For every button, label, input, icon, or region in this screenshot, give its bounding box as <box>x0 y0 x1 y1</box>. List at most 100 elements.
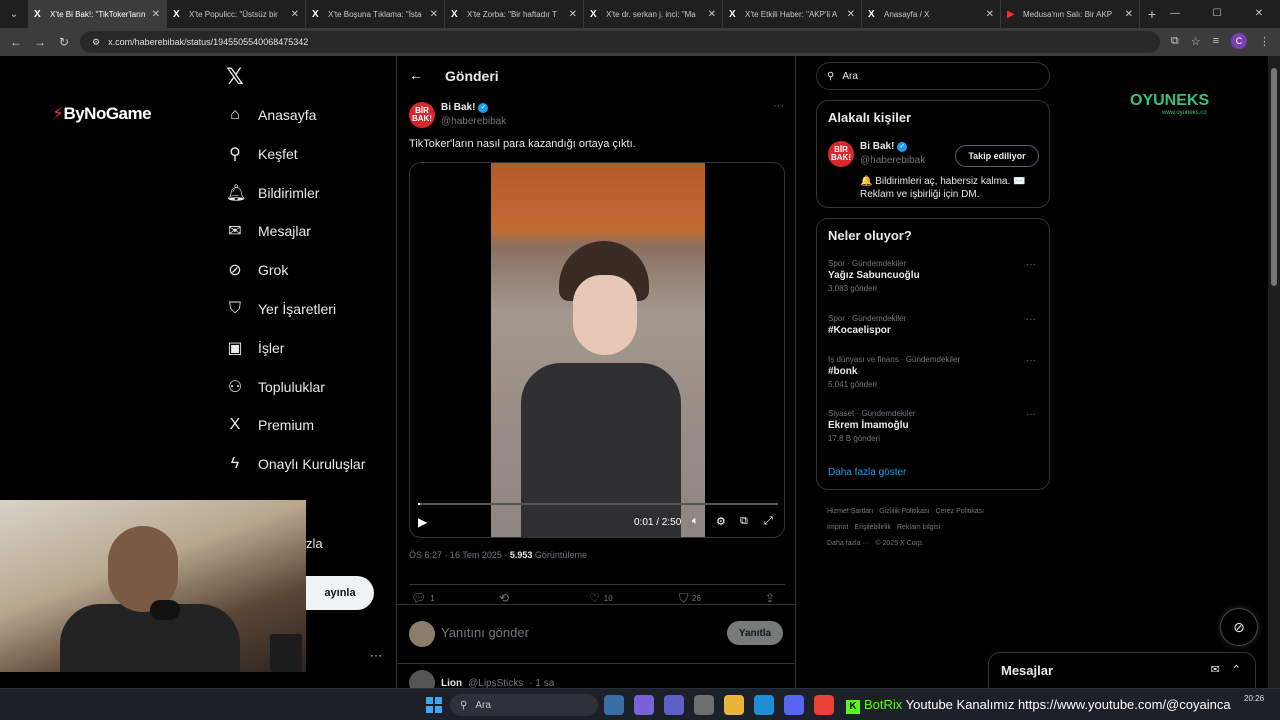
avatar[interactable]: BİR BAK! <box>409 102 435 128</box>
reply-input[interactable]: Yanıtını gönder <box>441 625 529 640</box>
sidebar-item-premium[interactable]: X Premium <box>226 410 314 440</box>
footer-link[interactable]: Daha fazla ··· <box>827 540 869 547</box>
browser-tab[interactable]: X X'te Zorba: "Bir haftadır T ✕ <box>445 0 584 28</box>
cast-icon[interactable]: ⧉ <box>1171 35 1179 48</box>
footer-link[interactable]: Imprint <box>827 524 848 531</box>
account-more-icon[interactable]: ··· <box>370 648 382 662</box>
browser-tab[interactable]: X X'te Boşuna Tıklama: "İsta ✕ <box>306 0 445 28</box>
footer-link[interactable]: Hizmet Şartları <box>827 508 873 515</box>
teams-icon[interactable] <box>664 695 684 715</box>
author-name[interactable]: Bi Bak! <box>441 102 475 113</box>
footer-link[interactable]: Gizlilik Politikası <box>879 508 929 515</box>
chrome-icon[interactable] <box>814 695 834 715</box>
pip-icon[interactable]: ⧉ <box>740 515 748 528</box>
maximize-icon[interactable]: ☐ <box>1196 0 1238 28</box>
edge-icon[interactable] <box>754 695 774 715</box>
store-icon[interactable] <box>694 695 714 715</box>
x-logo-icon[interactable]: 𝕏 <box>226 64 244 90</box>
browser-tab[interactable]: X Anasayfa / X ✕ <box>862 0 1001 28</box>
close-tab-icon[interactable]: ✕ <box>152 9 160 20</box>
sidebar-item-anasayfa[interactable]: ⌂ Anasayfa <box>226 100 316 130</box>
profile-avatar[interactable]: C <box>1231 33 1247 49</box>
close-tab-icon[interactable]: ✕ <box>430 9 438 20</box>
close-tab-icon[interactable]: ✕ <box>986 9 994 20</box>
more-options-icon[interactable]: ··· <box>1026 409 1036 420</box>
browser-tab[interactable]: X X'te Etkili Haber: "AKP'li A ✕ <box>723 0 862 28</box>
show-more-link[interactable]: Daha fazla göster <box>828 467 906 478</box>
minimize-icon[interactable]: — <box>1154 0 1196 28</box>
sidebar-item-i-ler[interactable]: ▣ İşler <box>226 333 284 363</box>
back-arrow-icon[interactable]: ← <box>4 35 28 49</box>
relevant-person[interactable]: BİR BAK! Bi Bak! ✓ @haberebibak <box>828 141 925 167</box>
person-handle[interactable]: @haberebibak <box>860 155 925 166</box>
fullscreen-icon[interactable]: ⤢ <box>764 515 773 528</box>
play-icon[interactable]: ▶ <box>418 515 427 529</box>
author-handle[interactable]: @haberebibak <box>441 116 506 127</box>
taskview-icon[interactable] <box>604 695 624 715</box>
post-timestamp[interactable]: ÖS 6:27 · 16 Tem 2025 · <box>409 550 510 560</box>
url-field[interactable]: ⚙ x.com/haberebibak/status/1945505540068… <box>80 31 1160 53</box>
trend-item[interactable]: İş dünyası ve finans · Gündemdekiler #bon… <box>828 355 1038 389</box>
back-arrow-icon[interactable]: ← <box>409 67 423 83</box>
partial-nav-label[interactable]: zla <box>306 536 323 551</box>
video-player[interactable]: ▶ 0:01 / 2:50 🔈︎ ⚙ ⧉ ⤢ <box>409 162 785 538</box>
browser-menu-icon[interactable]: ⋮ <box>1259 35 1270 48</box>
messages-drawer[interactable]: Mesajlar ✉ ⌃ <box>988 652 1256 688</box>
bookmark-star-icon[interactable]: ☆ <box>1191 35 1201 48</box>
share-button[interactable]: ⇪ <box>765 591 775 605</box>
browser-tab[interactable]: ▶ Medusa'nın Salı: Bir AKP ✕ <box>1001 0 1140 28</box>
sidebar-item-ke-fet[interactable]: ⚲ Keşfet <box>226 139 298 169</box>
video-progress-bar[interactable] <box>418 503 778 505</box>
close-tab-icon[interactable]: ✕ <box>569 9 577 20</box>
forward-arrow-icon[interactable]: → <box>28 35 52 49</box>
avatar[interactable] <box>409 670 435 688</box>
reload-icon[interactable]: ↻ <box>52 35 76 49</box>
post-author[interactable]: BİR BAK! Bi Bak! ✓ @haberebibak <box>409 102 506 128</box>
reply-item[interactable]: Lion @LipsSticks · 1 sa <box>409 670 554 688</box>
grok-floating-button[interactable]: ⊘ <box>1220 608 1258 646</box>
trend-item[interactable]: Spor · Gündemdekiler Yağız Sabuncuoğlu 3.0… <box>828 259 1038 293</box>
close-tab-icon[interactable]: ✕ <box>847 9 855 20</box>
trend-item[interactable]: Siyaset · Gündemdekiler Ekrem İmamoğlu 17,… <box>828 409 1038 443</box>
repost-button[interactable]: ⟲ <box>499 591 513 605</box>
trend-item[interactable]: Spor · Gündemdekiler #Kocaelispor ··· <box>828 314 1038 336</box>
avatar[interactable]: BİR BAK! <box>828 141 854 167</box>
following-button[interactable]: Takip ediliyor <box>955 145 1039 167</box>
sidebar-item-bildirimler[interactable]: 🔔︎ Bildirimler <box>226 178 319 208</box>
copilot-icon[interactable] <box>634 695 654 715</box>
settings-gear-icon[interactable]: ⚙ <box>716 515 726 528</box>
browser-tab[interactable]: X X'te Populicc: "Üstsüz bir ✕ <box>167 0 306 28</box>
footer-link[interactable]: Çerez Politikası <box>935 508 984 515</box>
video-frame[interactable] <box>491 163 705 537</box>
expand-icon[interactable]: ⌃ <box>1232 663 1241 676</box>
post-button[interactable]: ayınla <box>306 576 374 610</box>
more-options-icon[interactable]: ··· <box>1026 355 1036 366</box>
discord-icon[interactable] <box>784 695 804 715</box>
windows-start-icon[interactable] <box>426 697 442 713</box>
sidebar-item-onayl-kurulu-lar[interactable]: ϟ Onaylı Kuruluşlar <box>226 449 366 479</box>
sidebar-item-mesajlar[interactable]: ✉ Mesajlar <box>226 216 311 246</box>
reply-author-name[interactable]: Lion <box>441 678 462 689</box>
footer-link[interactable]: Reklam bilgisi <box>897 524 940 531</box>
file-explorer-icon[interactable] <box>724 695 744 715</box>
page-scrollbar[interactable] <box>1268 56 1280 688</box>
search-input[interactable]: ⚲ Ara <box>816 62 1050 90</box>
footer-link[interactable]: © 2025 X Corp. <box>875 540 923 547</box>
taskbar-clock[interactable]: 20:26 <box>1244 693 1264 704</box>
close-tab-icon[interactable]: ✕ <box>291 9 299 20</box>
extensions-icon[interactable]: ≡ <box>1213 35 1219 47</box>
footer-link[interactable]: Erişilebilirlik <box>854 524 891 531</box>
person-name[interactable]: Bi Bak! <box>860 141 894 152</box>
taskbar-search-input[interactable]: ⚲ Ara <box>450 694 598 716</box>
site-info-icon[interactable]: ⚙ <box>92 37 100 48</box>
reply-submit-button[interactable]: Yanıtla <box>727 621 783 645</box>
close-tab-icon[interactable]: ✕ <box>1125 9 1133 20</box>
close-tab-icon[interactable]: ✕ <box>708 9 716 20</box>
sidebar-item-topluluklar[interactable]: ⚇ Topluluklar <box>226 372 325 402</box>
more-options-icon[interactable]: ··· <box>1026 314 1036 325</box>
sidebar-item-grok[interactable]: ⊘ Grok <box>226 255 288 285</box>
reply-author-handle[interactable]: @LipsSticks <box>468 678 523 689</box>
more-options-icon[interactable]: ··· <box>773 100 784 112</box>
browser-tab[interactable]: X X'te Bi Bak!: "TikToker'ların ✕ <box>28 0 167 28</box>
like-button[interactable]: ♡ 10 <box>589 591 613 605</box>
